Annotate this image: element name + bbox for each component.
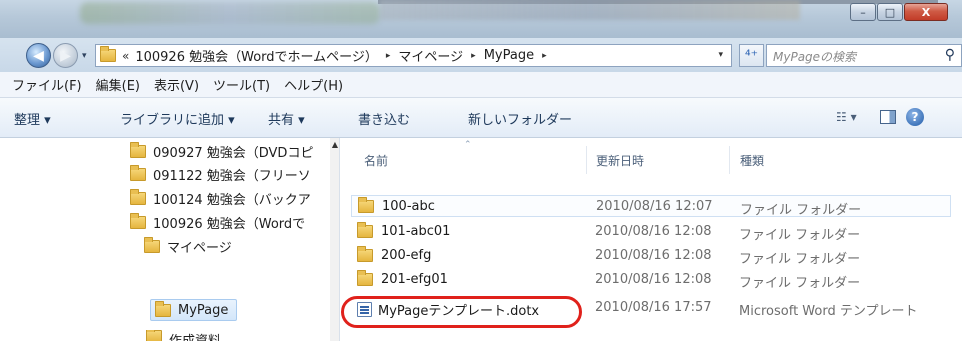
file-date: 2010/08/16 12:08	[595, 248, 712, 263]
tree-item-label: 100926 勉強会（Wordで	[153, 216, 306, 232]
forward-button[interactable]: ▶	[53, 43, 78, 68]
maximize-button[interactable]: □	[877, 3, 903, 21]
folder-icon	[100, 46, 116, 62]
folder-icon	[130, 141, 146, 158]
file-name: 201-efg01	[381, 272, 448, 287]
file-row[interactable]: 200-efg 2010/08/16 12:08 ファイル フォルダー	[351, 245, 951, 267]
file-type: ファイル フォルダー	[739, 228, 861, 243]
file-date: 2010/08/16 17:57	[595, 300, 712, 315]
blurred-background	[80, 2, 380, 24]
tree-item-selected[interactable]: MyPage	[150, 299, 238, 321]
file-name: 101-abc01	[381, 224, 451, 239]
recent-pages-dropdown[interactable]: ▾	[82, 51, 87, 61]
burn-button[interactable]: 書き込む	[358, 109, 410, 128]
file-type: ファイル フォルダー	[739, 252, 861, 267]
scroll-up-icon[interactable]: ▲	[330, 140, 339, 149]
address-bar[interactable]: « 100926 勉強会（Wordでホームページ） ▸ マイページ ▸ MyPa…	[95, 44, 732, 67]
organize-button[interactable]: 整理 ▾	[14, 109, 51, 128]
tree-item[interactable]: マイページ	[144, 235, 232, 257]
file-type: Microsoft Word テンプレート	[739, 304, 918, 319]
file-name: 200-efg	[381, 248, 432, 263]
folder-icon	[146, 330, 162, 341]
help-icon[interactable]: ?	[906, 108, 924, 126]
window-controls: – □ X	[850, 3, 948, 21]
search-icon[interactable]: ⚲	[945, 47, 955, 63]
minimize-button[interactable]: –	[850, 3, 876, 21]
folder-icon	[155, 300, 171, 317]
navigation-bar: ◀ ▶ ▾ « 100926 勉強会（Wordでホームページ） ▸ マイページ …	[0, 38, 962, 72]
breadcrumb-overflow[interactable]: «	[122, 49, 129, 63]
folder-icon	[358, 197, 374, 213]
menu-bar: ファイル(F) 編集(E) 表示(V) ツール(T) ヘルプ(H)	[0, 72, 962, 98]
address-dropdown-icon[interactable]: ▾	[718, 50, 723, 60]
file-row[interactable]: 100-abc 2010/08/16 12:07 ファイル フォルダー	[351, 195, 951, 218]
column-header-name[interactable]: 名前	[364, 152, 388, 169]
tree-item[interactable]: 090927 勉強会（DVDコピ	[130, 140, 313, 162]
add-to-library-button[interactable]: ライブラリに追加 ▾	[120, 109, 235, 128]
nav-scrollbar[interactable]: ▲	[330, 138, 339, 341]
file-date: 2010/08/16 12:08	[595, 224, 712, 239]
file-row[interactable]: 201-efg01 2010/08/16 12:08 ファイル フォルダー	[351, 269, 951, 291]
file-name: 100-abc	[382, 199, 435, 214]
navigation-pane: 090927 勉強会（DVDコピ 091122 勉強会（フリーソ 100124 …	[0, 138, 340, 341]
file-date: 2010/08/16 12:08	[595, 272, 712, 287]
tree-item-label: 作成資料	[169, 330, 221, 341]
tree-item-label: 090927 勉強会（DVDコピ	[153, 145, 314, 161]
tree-item-label: 100124 勉強会（バックア	[153, 192, 311, 208]
menu-view[interactable]: 表示(V)	[154, 75, 199, 94]
search-input[interactable]: MyPageの検索 ⚲	[766, 44, 962, 67]
folder-icon	[357, 270, 373, 286]
breadcrumb-item[interactable]: MyPage	[484, 48, 534, 63]
file-row[interactable]: 101-abc01 2010/08/16 12:08 ファイル フォルダー	[351, 221, 951, 243]
column-header-modified[interactable]: 更新日時	[596, 152, 644, 169]
folder-icon	[130, 188, 146, 205]
breadcrumb-item[interactable]: 100926 勉強会（Wordでホームページ）	[135, 46, 378, 65]
command-bar: 整理 ▾ ライブラリに追加 ▾ 共有 ▾ 書き込む 新しいフォルダー ☷ ▾ ?	[0, 98, 962, 138]
preview-pane-icon[interactable]	[880, 110, 896, 124]
menu-tools[interactable]: ツール(T)	[213, 75, 270, 94]
search-placeholder: MyPageの検索	[773, 50, 857, 64]
column-divider[interactable]	[729, 146, 730, 174]
menu-help[interactable]: ヘルプ(H)	[284, 75, 343, 94]
new-folder-button[interactable]: 新しいフォルダー	[468, 109, 572, 128]
folder-icon	[357, 246, 373, 262]
column-divider[interactable]	[586, 146, 587, 174]
menu-edit[interactable]: 編集(E)	[96, 75, 140, 94]
folder-icon	[130, 164, 146, 181]
tree-item[interactable]: 100124 勉強会（バックア	[130, 187, 311, 209]
tree-item[interactable]: 100926 勉強会（Wordで	[130, 211, 305, 233]
tree-item[interactable]: 作成資料	[146, 330, 221, 341]
tree-item[interactable]: 091122 勉強会（フリーソ	[130, 163, 311, 185]
breadcrumb-separator-icon[interactable]: ▸	[471, 51, 476, 61]
tree-item-label: マイページ	[167, 240, 232, 256]
change-view-button[interactable]: ☷ ▾	[836, 110, 857, 124]
blurred-background-2	[380, 0, 800, 20]
close-button[interactable]: X	[904, 3, 948, 21]
file-type: ファイル フォルダー	[739, 276, 861, 291]
breadcrumb-separator-icon[interactable]: ▸	[386, 51, 391, 61]
folder-icon	[130, 212, 146, 229]
tree-item-label: 091122 勉強会（フリーソ	[153, 168, 311, 184]
refresh-button[interactable]: ⁴⁺	[739, 44, 764, 67]
back-button[interactable]: ◀	[26, 43, 51, 68]
breadcrumb-item[interactable]: マイページ	[398, 46, 463, 65]
menu-file[interactable]: ファイル(F)	[12, 75, 82, 94]
highlight-circle	[341, 296, 582, 328]
file-date: 2010/08/16 12:07	[596, 199, 713, 214]
window-title-bar[interactable]: – □ X	[0, 0, 962, 38]
sort-caret-icon: ⌃	[464, 140, 472, 150]
folder-icon	[144, 236, 160, 253]
breadcrumb-separator-icon[interactable]: ▸	[542, 51, 547, 61]
tree-item-label: MyPage	[178, 302, 229, 318]
column-header-type[interactable]: 種類	[740, 152, 764, 169]
folder-icon	[357, 222, 373, 238]
file-type: ファイル フォルダー	[740, 203, 862, 218]
share-button[interactable]: 共有 ▾	[268, 109, 305, 128]
